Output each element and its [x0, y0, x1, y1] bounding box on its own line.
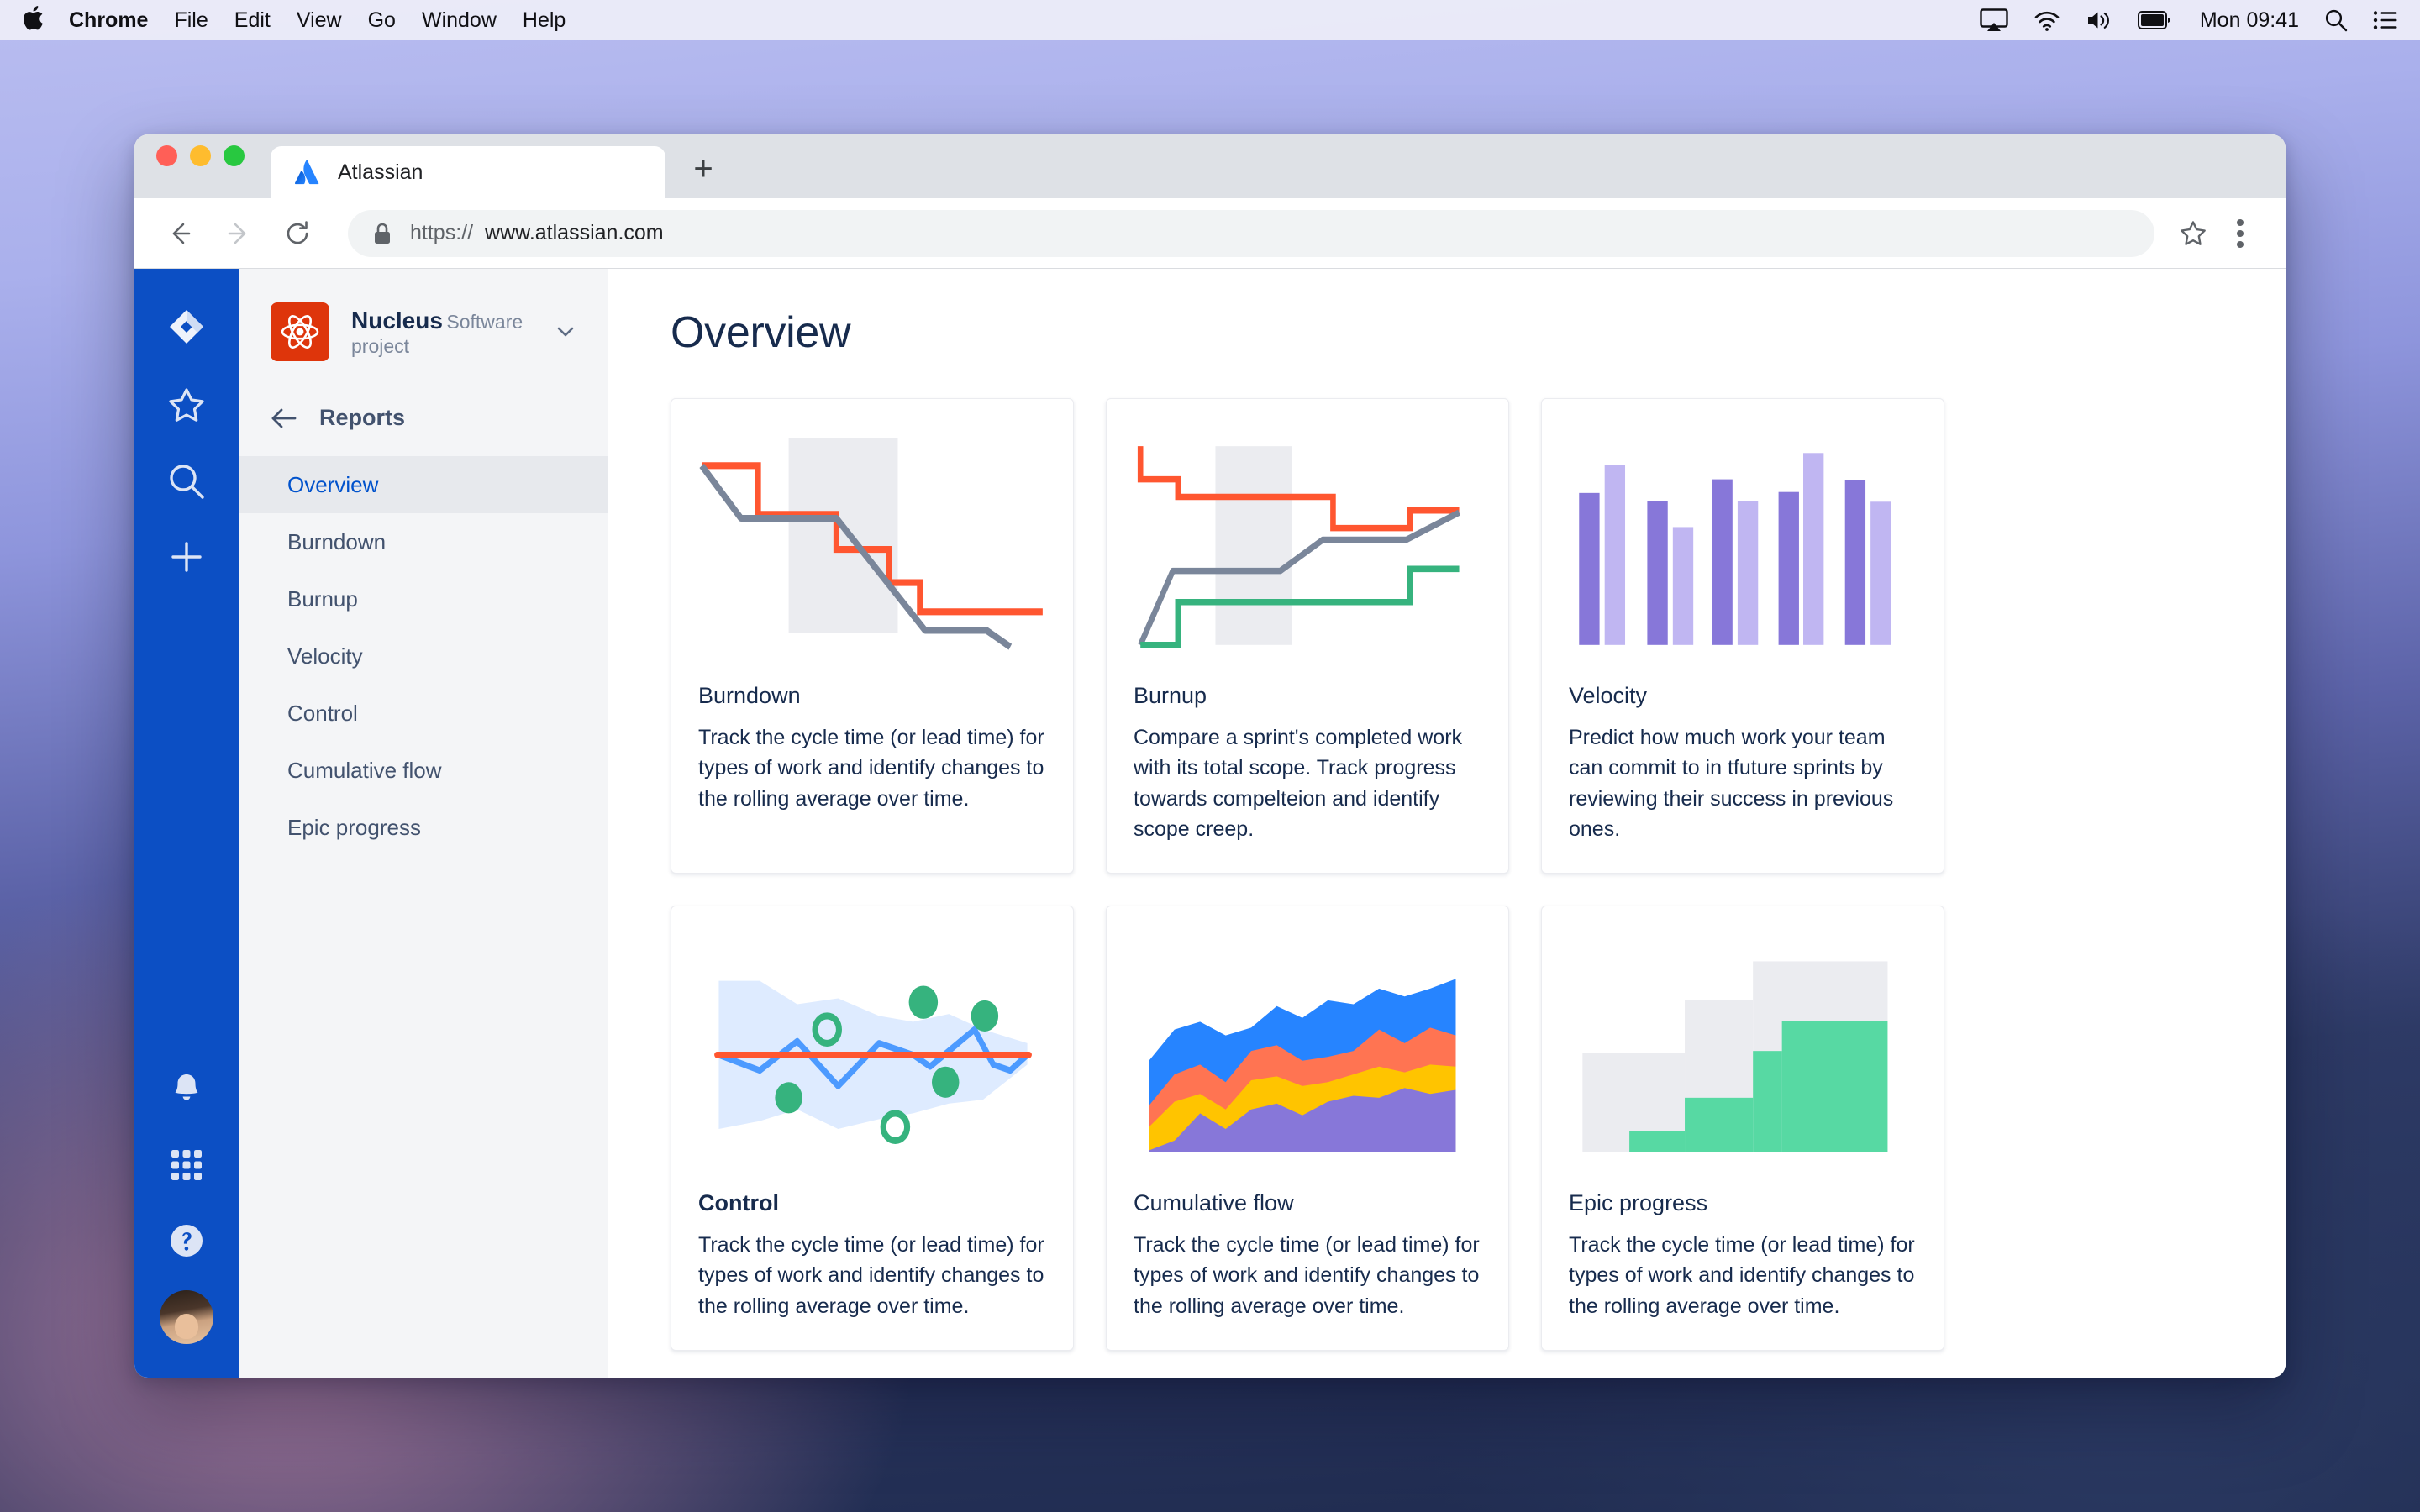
sidebar-item-control[interactable]: Control — [239, 685, 608, 742]
star-icon[interactable] — [160, 380, 213, 432]
menu-bar-clock[interactable]: Mon 09:41 — [2200, 8, 2299, 33]
menu-item-go[interactable]: Go — [368, 8, 396, 33]
card-description: Predict how much work your team can comm… — [1569, 726, 1894, 841]
help-icon[interactable] — [160, 1215, 213, 1267]
report-card-burndown[interactable]: Burndown Track the cycle time (or lead t… — [671, 398, 1074, 874]
back-arrow-icon[interactable] — [156, 210, 203, 257]
forward-arrow-icon[interactable] — [215, 210, 262, 257]
sidebar-item-label: Burndown — [287, 528, 387, 554]
card-title: Velocity — [1569, 683, 1648, 708]
card-description: Track the cycle time (or lead time) for … — [1134, 1233, 1480, 1318]
report-card-cumulative-flow[interactable]: Cumulative flow Track the cycle time (or… — [1106, 906, 1509, 1351]
menu-item-help[interactable]: Help — [523, 8, 566, 33]
url-host: www.atlassian.com — [485, 221, 664, 244]
browser-tab-strip: Atlassian + — [134, 134, 2286, 198]
project-info: Nucleus Software project — [351, 306, 553, 358]
browser-window: Atlassian + https:// www.atlassian.com N… — [134, 134, 2286, 1378]
url-scheme: https:// — [410, 221, 474, 244]
atlassian-favicon-icon — [294, 160, 319, 185]
project-sidebar: Nucleus Software project Reports Overvie… — [239, 269, 608, 1378]
sidebar-item-overview[interactable]: Overview — [239, 456, 608, 513]
card-title: Burnup — [1134, 683, 1207, 708]
minimize-window-button[interactable] — [190, 144, 211, 166]
sidebar-item-epic-progress[interactable]: Epic progress — [239, 799, 608, 856]
card-title: Control — [698, 1190, 779, 1215]
card-description: Track the cycle time (or lead time) for … — [1569, 1233, 1915, 1318]
close-window-button[interactable] — [156, 144, 177, 166]
sidebar-item-cumulative-flow[interactable]: Cumulative flow — [239, 742, 608, 799]
sidebar-item-label: Overview — [287, 471, 379, 497]
sidebar-item-velocity[interactable]: Velocity — [239, 627, 608, 685]
card-description: Track the cycle time (or lead time) for … — [698, 726, 1044, 811]
report-card-burnup[interactable]: Burnup Compare a sprint's completed work… — [1106, 398, 1509, 874]
wifi-icon[interactable] — [2033, 9, 2060, 31]
menu-item-edit[interactable]: Edit — [234, 8, 271, 33]
control-center-icon[interactable] — [2373, 10, 2398, 30]
sidebar-section-title: Reports — [319, 405, 406, 430]
menu-item-chrome[interactable]: Chrome — [69, 8, 148, 33]
airplay-icon[interactable] — [1980, 8, 2008, 32]
browser-tab[interactable]: Atlassian — [271, 146, 666, 198]
epic-progress-chart — [1564, 928, 1922, 1172]
chevron-down-icon[interactable] — [553, 319, 578, 344]
reload-icon[interactable] — [274, 210, 321, 257]
burndown-chart — [693, 421, 1051, 664]
apple-menu-icon[interactable] — [22, 5, 44, 36]
report-card-velocity[interactable]: Velocity Predict how much work your team… — [1541, 398, 1944, 874]
new-tab-button[interactable]: + — [684, 150, 723, 188]
sidebar-item-burndown[interactable]: Burndown — [239, 513, 608, 570]
battery-icon[interactable] — [2137, 11, 2171, 29]
maximize-window-button[interactable] — [224, 144, 245, 166]
three-dot-menu-icon[interactable] — [2217, 210, 2264, 257]
window-traffic-lights — [156, 134, 245, 198]
browser-tab-title: Atlassian — [338, 160, 424, 184]
volume-icon[interactable] — [2086, 9, 2112, 31]
card-title: Cumulative flow — [1134, 1190, 1294, 1215]
velocity-chart — [1564, 421, 1922, 664]
card-title: Epic progress — [1569, 1190, 1708, 1215]
bell-icon[interactable] — [160, 1063, 213, 1116]
report-card-control[interactable]: Control Track the cycle time (or lead ti… — [671, 906, 1074, 1351]
menu-item-view[interactable]: View — [297, 8, 342, 33]
sidebar-item-burnup[interactable]: Burnup — [239, 570, 608, 627]
jira-app: Nucleus Software project Reports Overvie… — [134, 269, 2286, 1378]
sidebar-item-label: Epic progress — [287, 814, 421, 840]
sidebar-item-label: Burnup — [287, 585, 358, 612]
arrow-left-icon[interactable] — [271, 407, 297, 430]
reports-header[interactable]: Reports — [239, 405, 608, 431]
browser-toolbar: https:// www.atlassian.com — [134, 198, 2286, 269]
burnup-chart — [1128, 421, 1486, 664]
project-name: Nucleus — [351, 307, 443, 333]
card-description: Compare a sprint's completed work with i… — [1134, 726, 1463, 841]
reports-overview-panel: Overview Burndown Track the cycle time (… — [608, 269, 2286, 1378]
sidebar-item-label: Control — [287, 700, 358, 726]
control-chart — [693, 928, 1051, 1172]
app-switcher-icon[interactable] — [160, 1139, 213, 1191]
search-icon[interactable] — [2324, 8, 2348, 32]
address-bar[interactable]: https:// www.atlassian.com — [348, 209, 2154, 257]
sidebar-item-label: Cumulative flow — [287, 757, 442, 783]
card-description: Track the cycle time (or lead time) for … — [698, 1233, 1044, 1318]
report-card-epic-progress[interactable]: Epic progress Track the cycle time (or l… — [1541, 906, 1944, 1351]
sidebar-item-label: Velocity — [287, 643, 363, 669]
atom-icon — [271, 302, 329, 361]
project-switcher[interactable]: Nucleus Software project — [239, 302, 608, 361]
macos-menu-bar: Chrome File Edit View Go Window Help Mon… — [0, 0, 2420, 40]
report-card-grid: Burndown Track the cycle time (or lead t… — [671, 398, 2232, 1351]
global-nav-rail — [134, 269, 239, 1378]
menu-item-window[interactable]: Window — [422, 8, 497, 33]
jira-logo-icon[interactable] — [160, 304, 213, 356]
page-title: Overview — [671, 308, 851, 357]
cumulative-flow-chart — [1128, 928, 1486, 1172]
card-title: Burndown — [698, 683, 801, 708]
plus-icon[interactable] — [160, 531, 213, 583]
menu-item-file[interactable]: File — [174, 8, 208, 33]
search-icon[interactable] — [160, 455, 213, 507]
lock-icon — [373, 223, 392, 244]
user-avatar[interactable] — [160, 1290, 213, 1344]
star-icon[interactable] — [2170, 210, 2217, 257]
